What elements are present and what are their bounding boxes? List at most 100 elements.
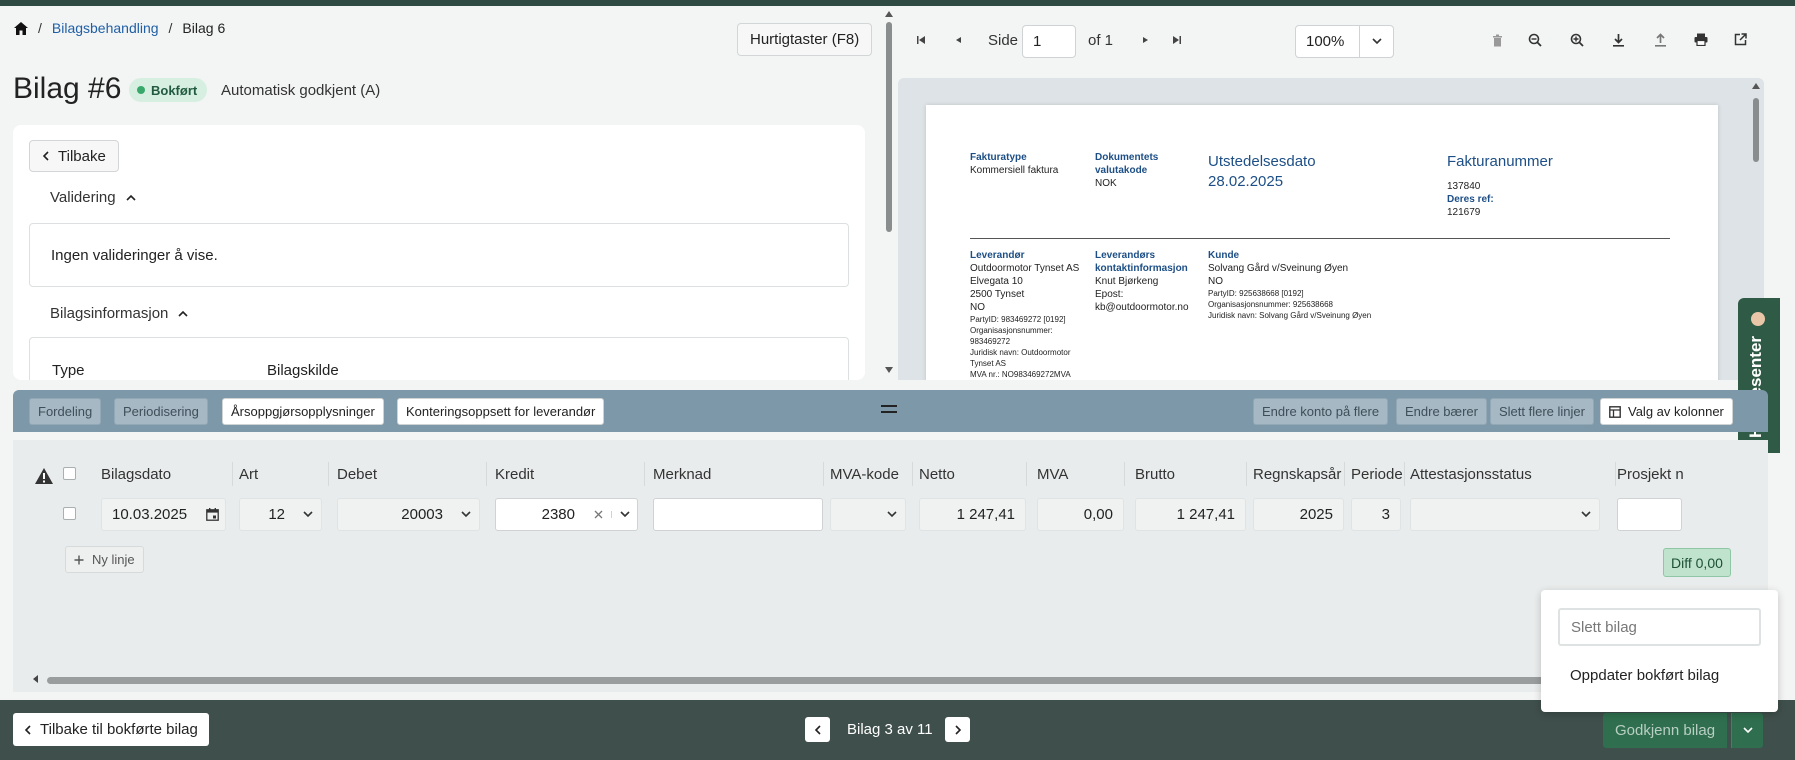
column-options-button[interactable]: Valg av kolonner (1600, 398, 1733, 425)
col-separator (823, 462, 824, 486)
approve-options-menu: Slett bilag Oppdater bokført bilag (1541, 590, 1778, 712)
validation-section-title: Validering (50, 189, 116, 206)
chevron-down-icon (1573, 511, 1599, 518)
col-header-brutto[interactable]: Brutto (1135, 466, 1175, 483)
print-icon[interactable] (1694, 33, 1708, 46)
clear-icon[interactable] (585, 510, 611, 519)
supplier-posting-setup-button[interactable]: Konteringsoppsett for leverandør (397, 398, 605, 425)
chevron-left-icon (24, 724, 32, 735)
year-end-info-button[interactable]: Årsoppgjørsopplysninger (222, 398, 384, 425)
col-separator (912, 462, 913, 486)
attestasjonsstatus-select[interactable] (1410, 498, 1600, 531)
select-all-checkbox[interactable] (63, 467, 76, 480)
col-separator (1404, 462, 1405, 486)
chevron-up-icon (178, 310, 188, 317)
col-header-mva-kode[interactable]: MVA-kode (830, 466, 899, 483)
previous-page-icon[interactable] (954, 35, 962, 45)
kredit-select[interactable]: 2380 (495, 498, 638, 531)
approve-options-dropdown[interactable] (1731, 713, 1763, 748)
info-section-toggle[interactable]: Bilagsinformasjon (50, 305, 188, 322)
breadcrumb-link-bilagsbehandling[interactable]: Bilagsbehandling (52, 20, 159, 36)
art-select[interactable]: 12 (239, 498, 322, 531)
doc-contact-label-1: Leverandørs (1095, 250, 1156, 261)
scrollbar-thumb[interactable] (1753, 98, 1759, 162)
bilagsdato-input[interactable]: 10.03.2025 (101, 498, 226, 531)
regnskapsar-value: 2025 (1299, 506, 1333, 523)
chevron-down-icon (879, 511, 905, 518)
validation-section-toggle[interactable]: Validering (50, 189, 136, 206)
col-header-merknad[interactable]: Merknad (653, 466, 711, 483)
add-line-button[interactable]: Ny linje (65, 546, 144, 573)
change-account-multiple-button[interactable]: Endre konto på flere (1253, 398, 1389, 425)
netto-input[interactable]: 1 247,41 (919, 498, 1026, 531)
info-type-label: Type (52, 362, 85, 379)
breadcrumb-current: Bilag 6 (182, 20, 226, 36)
mva-input[interactable]: 0,00 (1037, 498, 1124, 531)
next-voucher-button[interactable] (945, 717, 970, 742)
col-header-kredit[interactable]: Kredit (495, 466, 534, 483)
brutto-input[interactable]: 1 247,41 (1135, 498, 1246, 531)
distribution-button[interactable]: Fordeling (29, 398, 102, 425)
pdf-viewer[interactable]: Fakturatype Kommersiell faktura Dokument… (898, 78, 1764, 380)
approve-voucher-button[interactable]: Godkjenn bilag (1603, 713, 1728, 748)
scrollbar-thumb[interactable] (886, 22, 892, 232)
doc-supplier-name: Outdoormotor Tynset AS (970, 263, 1080, 274)
change-carrier-button[interactable]: Endre bærer (1396, 398, 1487, 425)
scrollbar-thumb[interactable] (47, 677, 1557, 684)
first-page-icon[interactable] (916, 35, 926, 45)
row-checkbox[interactable] (63, 507, 76, 520)
next-page-icon[interactable] (1142, 35, 1150, 45)
col-header-art[interactable]: Art (239, 466, 258, 483)
back-to-posted-button[interactable]: Tilbake til bokførte bilag (13, 713, 209, 746)
zoom-select[interactable]: 100% (1295, 25, 1394, 58)
doc-fakturatype-value: Kommersiell faktura (970, 165, 1059, 176)
zoom-in-icon[interactable] (1570, 33, 1584, 47)
delete-page-icon[interactable] (1492, 34, 1503, 47)
periodization-button[interactable]: Periodisering (114, 398, 208, 425)
grid-horizontal-scrollbar[interactable] (13, 673, 1768, 687)
periode-input[interactable]: 3 (1351, 498, 1401, 531)
prosjekt-input[interactable] (1617, 498, 1682, 531)
scroll-left-icon[interactable] (32, 674, 39, 684)
col-header-debet[interactable]: Debet (337, 466, 377, 483)
art-value: 12 (268, 506, 285, 523)
doc-customer-legal: Juridisk navn: Solvang Gård v/Sveinung Ø… (1208, 311, 1372, 320)
footer-bar: Tilbake til bokførte bilag Bilag 3 av 11… (0, 700, 1795, 760)
left-panel-scrollbar[interactable] (884, 10, 894, 378)
chevron-up-icon (126, 194, 136, 201)
col-header-prosjekt[interactable]: Prosjekt n (1617, 466, 1684, 483)
merknad-input[interactable] (653, 498, 823, 531)
debet-select[interactable]: 20003 (337, 498, 480, 531)
validation-box: Ingen valideringer å vise. (29, 223, 849, 287)
menu-item-delete-voucher[interactable]: Slett bilag (1558, 608, 1761, 646)
mva-kode-select[interactable] (830, 498, 906, 531)
col-separator (1124, 462, 1125, 486)
calendar-icon[interactable] (199, 508, 225, 521)
last-page-icon[interactable] (1172, 35, 1182, 45)
open-external-icon[interactable] (1734, 33, 1747, 46)
previous-voucher-button[interactable] (805, 717, 830, 742)
doc-contact-email: kb@outdoormotor.no (1095, 302, 1189, 313)
home-icon[interactable] (14, 21, 28, 35)
delete-multiple-lines-button[interactable]: Slett flere linjer (1490, 398, 1594, 425)
zoom-out-icon[interactable] (1528, 33, 1542, 47)
resize-handle-icon[interactable] (881, 405, 897, 413)
back-button[interactable]: Tilbake (29, 140, 119, 172)
regnskapsar-input[interactable]: 2025 (1253, 498, 1344, 531)
menu-item-update-posted-voucher[interactable]: Oppdater bokført bilag (1570, 667, 1719, 684)
col-header-regnskapsar[interactable]: Regnskapsår (1253, 466, 1341, 483)
shortcuts-button[interactable]: Hurtigtaster (F8) (737, 23, 873, 56)
col-header-netto[interactable]: Netto (919, 466, 955, 483)
col-header-bilagsdato[interactable]: Bilagsdato (101, 466, 171, 483)
doc-contact-label-2: kontaktinformasjon (1095, 263, 1188, 274)
download-icon[interactable] (1612, 33, 1625, 47)
warning-icon (34, 467, 54, 485)
col-header-mva[interactable]: MVA (1037, 466, 1068, 483)
doc-fakturatype-label: Fakturatype (970, 152, 1027, 163)
doc-supplier-party: PartyID: 983469272 [0192] (970, 315, 1066, 324)
col-header-periode[interactable]: Periode (1351, 466, 1403, 483)
upload-icon[interactable] (1654, 33, 1667, 47)
doc-issue-date-value: 28.02.2025 (1208, 173, 1284, 190)
page-number-input[interactable]: 1 (1022, 25, 1076, 58)
col-header-attestasjonsstatus[interactable]: Attestasjonsstatus (1410, 466, 1532, 483)
